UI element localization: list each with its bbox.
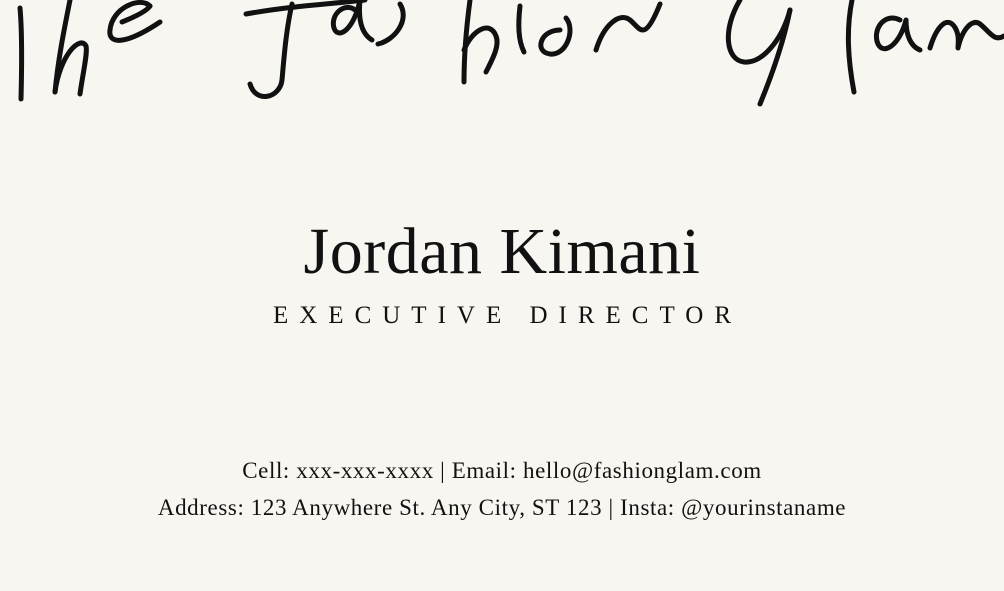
contact-line-address-insta: Address: 123 Anywhere St. Any City, ST 1… bbox=[157, 495, 847, 520]
contact-line-phone-email: Cell: xxx-xxx-xxxx | Email: hello@fashio… bbox=[242, 458, 762, 483]
business-card: Jordan Kimani EXECUTIVE DIRECTOR Cell: x… bbox=[0, 0, 1004, 591]
brand-script-logo bbox=[0, 0, 1004, 120]
person-job-title: EXECUTIVE DIRECTOR bbox=[272, 302, 743, 329]
person-name: Jordan Kimani bbox=[303, 215, 701, 288]
